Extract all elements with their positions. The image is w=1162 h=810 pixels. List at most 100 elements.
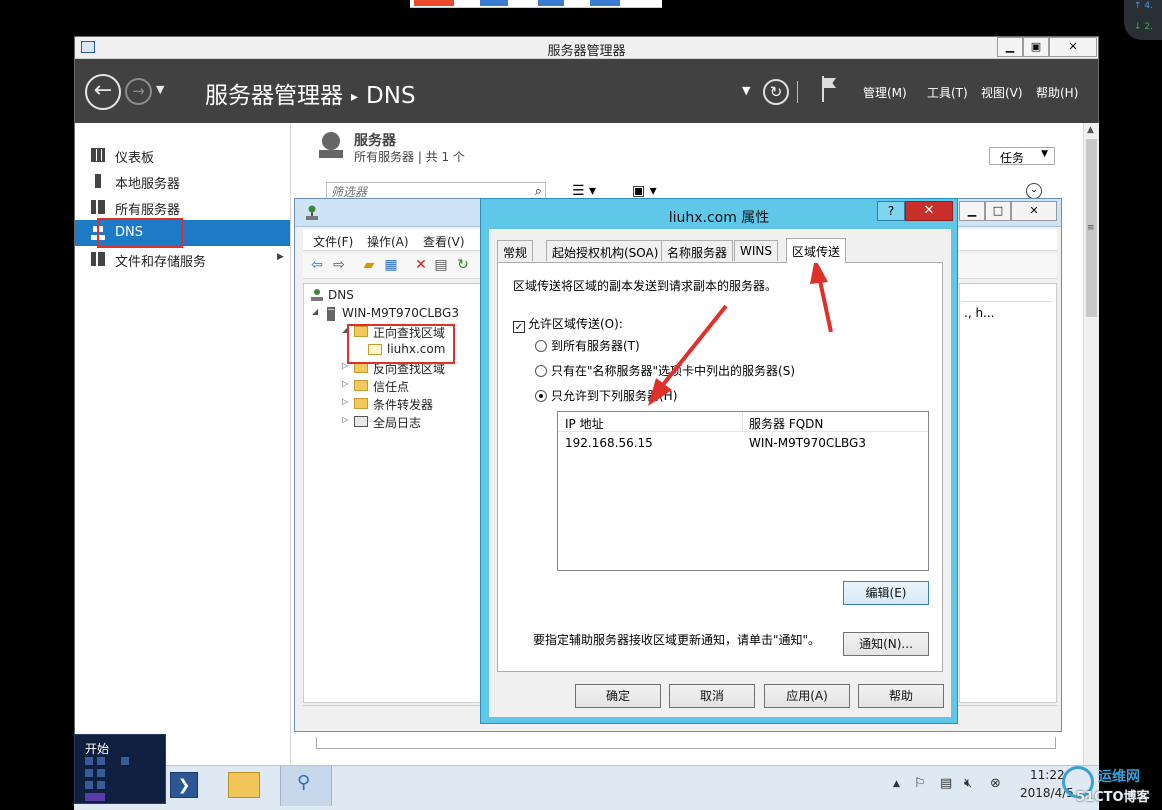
sidebar-item-label: 文件和存储服务 — [115, 255, 207, 270]
tasks-dropdown[interactable]: 任务 ▼ — [989, 147, 1055, 165]
expand-arrow-icon[interactable]: ▷ — [342, 415, 352, 424]
expand-arrow-icon[interactable]: ▷ — [342, 379, 352, 388]
radio-all-servers[interactable]: 到所有服务器(T) — [535, 337, 640, 354]
network-speed-widget: ↑ 4. ↓ 2. — [1124, 0, 1162, 40]
menu-action[interactable]: 操作(A) — [367, 233, 409, 250]
radio-button[interactable] — [535, 365, 547, 377]
edit-button[interactable]: 编辑(E) — [843, 581, 929, 605]
column-divider[interactable] — [742, 412, 743, 432]
collapse-toggle-icon[interactable]: ⌄ — [1026, 183, 1042, 199]
start-tile-square — [85, 781, 93, 789]
header-divider — [797, 81, 798, 103]
tree-item-label: DNS — [328, 288, 354, 302]
top-logo-strip — [410, 0, 662, 8]
menu-help[interactable]: 帮助(H) — [1036, 84, 1078, 101]
tab-name-servers[interactable]: 名称服务器 — [661, 240, 734, 261]
sidebar-item-local-server[interactable]: 本地服务器 — [75, 168, 290, 194]
dialog-body: 常规 起始授权机构(SOA) 名称服务器 WINS 区域传送 区域传送将区域的副… — [489, 229, 951, 717]
dialog-help-button[interactable]: ? — [877, 201, 905, 221]
clock-time[interactable]: 11:22 — [1030, 768, 1065, 782]
refresh-icon[interactable]: ↻ — [763, 79, 789, 105]
servers-subtitle: 所有服务器 | 共 1 个 — [354, 150, 465, 164]
show-hidden-icons[interactable]: ▲ — [893, 779, 900, 789]
minimize-button[interactable]: ▁ — [997, 37, 1023, 57]
help-button[interactable]: 帮助 — [858, 684, 944, 708]
table-cell-ip[interactable]: 192.168.56.15 — [565, 436, 653, 450]
menu-file[interactable]: 文件(F) — [313, 233, 353, 250]
up-folder-icon[interactable]: ▰ — [361, 257, 377, 273]
cancel-button[interactable]: 取消 — [669, 684, 755, 708]
powershell-taskbar-icon[interactable]: ❯ — [170, 772, 198, 798]
sound-muted-icon[interactable]: 🔇︎ — [964, 776, 972, 791]
chevron-down-icon: ▼ — [1041, 149, 1048, 159]
start-label: 开始 — [85, 742, 110, 756]
watermark-text: 运维网 — [1098, 769, 1140, 785]
radio-button[interactable] — [535, 340, 547, 352]
dns-close-button[interactable]: ✕ — [1011, 201, 1057, 221]
search-icon[interactable]: ⌕ — [535, 184, 542, 199]
action-center-flag-icon[interactable]: ⚐ — [914, 776, 926, 791]
show-hide-tree-icon[interactable]: ▦ — [383, 257, 399, 273]
scroll-up-icon[interactable]: ▲ — [1087, 125, 1094, 135]
dns-maximize-button[interactable]: □ — [985, 201, 1011, 221]
expand-arrow-icon[interactable]: ▷ — [342, 397, 352, 406]
menu-view[interactable]: 视图(V) — [981, 84, 1023, 101]
allow-transfer-checkbox[interactable]: ✓ 允许区域传送(O): — [513, 315, 623, 333]
menu-view[interactable]: 查看(V) — [423, 233, 465, 250]
start-tile-square — [97, 757, 105, 765]
maximize-button[interactable]: ▣ — [1023, 37, 1049, 57]
breadcrumb-root[interactable]: 服务器管理器 — [205, 83, 343, 109]
close-button[interactable]: ✕ — [1049, 37, 1097, 57]
notify-instruction: 要指定辅助服务器接收区域更新通知，请单击"通知"。 — [533, 633, 821, 647]
servers-icon — [319, 132, 343, 158]
sidebar: 仪表板 本地服务器 所有服务器 DNS 文件和存储服务 ▶ — [75, 123, 291, 801]
vertical-scrollbar[interactable]: ▲ ≡ ▼ — [1083, 123, 1099, 801]
tab-soa[interactable]: 起始授权机构(SOA) — [546, 240, 665, 261]
file-explorer-taskbar-icon[interactable] — [228, 772, 260, 798]
back-icon[interactable]: ⇦ — [309, 257, 325, 273]
file-storage-icon — [91, 252, 105, 266]
sidebar-item-all-servers[interactable]: 所有服务器 — [75, 194, 290, 220]
menu-tools[interactable]: 工具(T) — [927, 84, 968, 101]
refresh-icon[interactable]: ↻ — [455, 257, 471, 273]
checkbox-checked-icon[interactable]: ✓ — [513, 321, 525, 333]
column-header-ip[interactable]: IP 地址 — [565, 415, 604, 432]
notifications-flag-icon[interactable] — [820, 76, 838, 102]
allow-transfer-label: 允许区域传送(O): — [528, 317, 623, 331]
column-header[interactable] — [962, 286, 1052, 302]
notify-button[interactable]: 通知(N)... — [843, 632, 929, 656]
table-cell-fqdn[interactable]: WIN-M9T970CLBG3 — [749, 436, 866, 450]
header-dropdown-icon[interactable]: ▼ — [742, 84, 750, 97]
dns-minimize-button[interactable]: ▁ — [959, 201, 985, 221]
sidebar-item-dashboard[interactable]: 仪表板 — [75, 142, 290, 168]
dns-manager-taskbar-icon[interactable]: ⚲ — [280, 766, 332, 806]
dialog-close-button[interactable]: ✕ — [905, 201, 953, 221]
radio-button-selected[interactable] — [535, 390, 547, 402]
collapse-arrow-icon[interactable]: ◢ — [312, 307, 322, 316]
tab-zone-transfers[interactable]: 区域传送 — [786, 238, 847, 263]
network-icon[interactable]: ▤ — [940, 776, 952, 791]
start-tile-square — [97, 781, 105, 789]
menu-manage[interactable]: 管理(M) — [863, 84, 907, 101]
apply-button[interactable]: 应用(A) — [764, 684, 850, 708]
delete-icon[interactable]: ✕ — [413, 257, 429, 273]
forward-arrow-icon[interactable]: → — [125, 78, 152, 105]
tree-item-label: 全局日志 — [373, 416, 422, 430]
forward-icon[interactable]: ⇨ — [331, 257, 347, 273]
properties-icon[interactable]: ▤ — [433, 257, 449, 273]
history-dropdown-icon[interactable]: ▼ — [156, 83, 164, 96]
radio-listed-servers[interactable]: 只允许到下列服务器(H) — [535, 387, 677, 404]
error-icon[interactable]: ⊗ — [990, 776, 1001, 791]
expand-arrow-icon[interactable]: ▶ — [277, 252, 284, 262]
sidebar-item-file-storage[interactable]: 文件和存储服务 ▶ — [75, 246, 290, 272]
radio-name-servers-only[interactable]: 只有在"名称服务器"选项卡中列出的服务器(S) — [535, 362, 795, 379]
column-header-fqdn[interactable]: 服务器 FQDN — [749, 415, 823, 432]
list-options-icon[interactable]: ☰ ▾ — [572, 183, 596, 199]
back-arrow-icon[interactable]: ← — [85, 74, 121, 110]
tab-wins[interactable]: WINS — [734, 240, 778, 261]
start-button[interactable]: 开始 — [74, 734, 166, 804]
tab-general[interactable]: 常规 — [497, 240, 534, 261]
details-text: ., h... — [964, 306, 995, 320]
ok-button[interactable]: 确定 — [575, 684, 661, 708]
save-query-icon[interactable]: ▣ ▾ — [632, 183, 657, 199]
